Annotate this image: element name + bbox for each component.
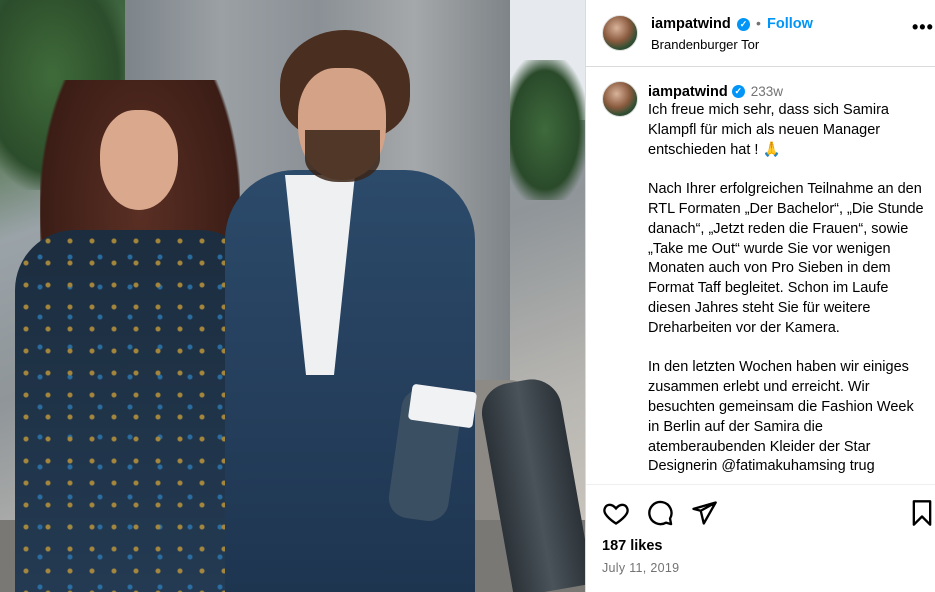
avatar[interactable] [602, 15, 638, 51]
photo-trees-right [505, 60, 585, 200]
bookmark-icon[interactable] [908, 499, 935, 527]
photo-man-suit [225, 170, 475, 592]
photo-woman-face [100, 110, 178, 210]
share-icon[interactable] [690, 499, 718, 527]
post-header: iampatwind ✓ • Follow Brandenburger Tor … [586, 0, 935, 67]
verified-badge-icon: ✓ [737, 18, 750, 31]
caption-area[interactable]: iampatwind ✓ 233w Ich freue mich sehr, das… [586, 68, 935, 484]
likes-count[interactable]: 187 likes [602, 538, 662, 554]
caption-header: iampatwind ✓ 233w [648, 84, 783, 100]
caption-paragraph: Nach Ihrer erfolgreichen Teilnahme an de… [648, 181, 924, 336]
heart-icon[interactable] [602, 499, 630, 527]
post-date[interactable]: July 11, 2019 [602, 561, 679, 575]
caption-paragraph: Ich freue mich sehr, dass sich Samira Kl… [648, 102, 889, 158]
caption-text: Ich freue mich sehr, dass sich Samira Kl… [648, 101, 926, 484]
post-photo[interactable] [0, 0, 585, 592]
follow-button[interactable]: Follow [767, 16, 813, 32]
verified-badge-icon: ✓ [731, 84, 745, 98]
header-separator: • [756, 15, 761, 31]
more-options-icon[interactable]: ••• [912, 18, 934, 36]
post-side-panel: iampatwind ✓ • Follow Brandenburger Tor … [585, 0, 935, 592]
photo-dress-pattern [15, 230, 260, 592]
caption-paragraph: In den letzten Wochen haben wir einiges … [648, 359, 914, 475]
location-link[interactable]: Brandenburger Tor [651, 37, 759, 52]
comment-icon[interactable] [646, 499, 674, 527]
header-username[interactable]: iampatwind [651, 16, 731, 32]
photo-man-beard [305, 130, 380, 182]
post-actions: 187 likes July 11, 2019 [586, 484, 935, 592]
caption-avatar[interactable] [602, 81, 638, 117]
caption-username[interactable]: iampatwind [648, 84, 728, 100]
caption-time-ago[interactable]: 233w [751, 84, 783, 99]
